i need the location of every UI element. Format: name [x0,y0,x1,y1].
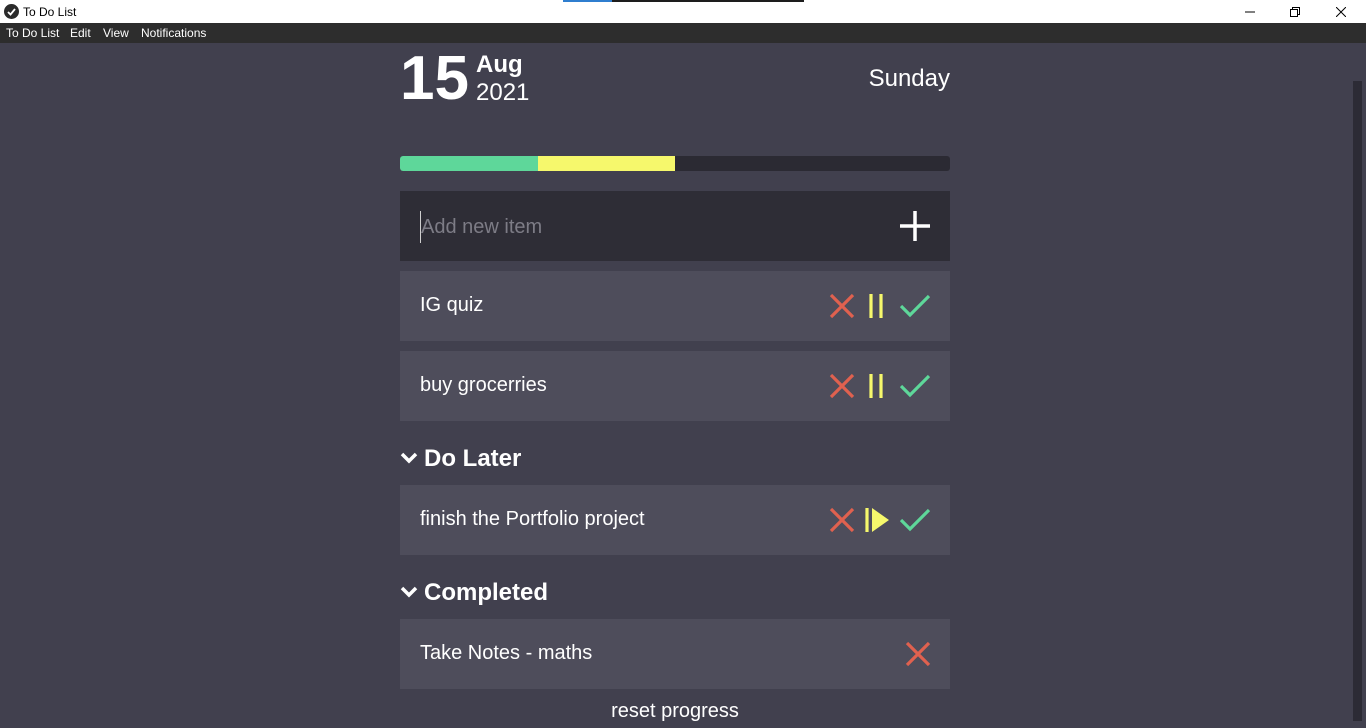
window-title: To Do List [23,5,77,19]
later-task-card: finish the Portfolio project [400,485,950,555]
title-accent-line [563,0,804,2]
section-heading-completed: Completed [424,579,549,606]
add-item-input[interactable] [420,211,863,243]
pause-icon [869,294,883,318]
task-card: IG quiz [400,271,950,341]
task-label: Take Notes - maths [420,642,593,664]
checkmark-icon [900,374,930,398]
chevron-down-icon [400,586,418,598]
progress-later-segment [537,156,675,171]
resume-play-icon [865,508,889,532]
delete-x-icon [905,641,931,667]
delete-x-icon [829,293,855,319]
checkmark-icon [900,294,930,318]
task-card: buy grocerries [400,351,950,421]
delete-x-icon [829,507,855,533]
close-icon [1336,6,1346,17]
delete-task-button[interactable] [829,293,855,319]
menu-item-edit[interactable]: Edit [70,26,91,40]
task-label: buy grocerries [420,374,547,396]
add-item-button[interactable] [897,208,933,244]
complete-task-button[interactable] [900,373,930,399]
pause-task-button[interactable] [865,373,891,399]
complete-task-button[interactable] [900,507,930,533]
checkmark-icon [900,508,930,532]
title-bar: To Do List [0,0,1366,23]
progress-bar [400,156,950,171]
reset-progress-button[interactable]: reset progress [400,700,950,723]
delete-task-button[interactable] [829,373,855,399]
chevron-down-icon [400,452,418,464]
completed-task-card: Take Notes - maths [400,619,950,689]
restore-icon [1290,6,1300,17]
add-item-box [400,191,950,261]
minimize-button[interactable] [1227,0,1273,23]
scrollbar-thumb[interactable] [1353,81,1362,721]
section-heading-do-later: Do Later [424,445,522,472]
date-year: 2021 [476,79,530,106]
close-window-button[interactable] [1318,0,1364,23]
complete-task-button[interactable] [900,293,930,319]
task-label: finish the Portfolio project [420,508,645,530]
delete-task-button[interactable] [905,641,931,667]
menu-item-view[interactable]: View [103,26,129,40]
task-label: IG quiz [420,294,484,316]
menu-item-notifications[interactable]: Notifications [141,26,206,40]
pause-icon [869,374,883,398]
progress-completed-segment [400,156,538,171]
menu-bar: To Do List Edit View Notifications [0,23,1366,43]
date-month: Aug [476,51,523,78]
delete-x-icon [829,373,855,399]
pause-task-button[interactable] [865,293,891,319]
scrollbar[interactable] [1350,43,1366,728]
menu-item-to-do-list[interactable]: To Do List [6,26,59,40]
date-day: 15 [400,44,469,113]
resume-task-button[interactable] [864,507,890,533]
app-check-icon [4,4,19,19]
plus-icon [900,211,930,241]
minimize-icon [1245,11,1255,12]
date-weekday: Sunday [868,65,950,92]
restore-button[interactable] [1272,0,1318,23]
delete-task-button[interactable] [829,507,855,533]
